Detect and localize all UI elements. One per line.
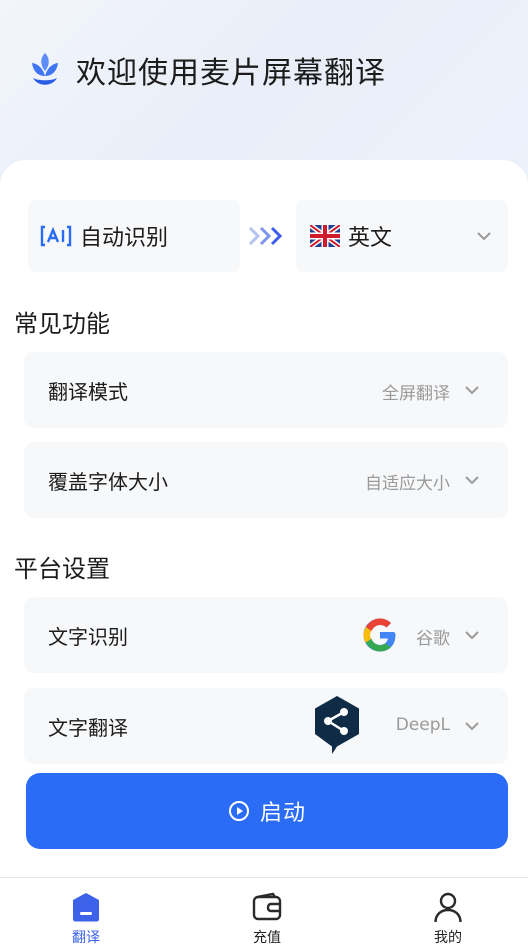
translation-mode-row[interactable]: 翻译模式 全屏翻译 <box>24 352 508 428</box>
direction-arrows-icon <box>248 226 283 246</box>
tab-translate[interactable]: 翻译 <box>36 878 136 948</box>
chevron-down-icon <box>477 232 491 241</box>
chevron-down-icon <box>465 722 479 731</box>
google-icon <box>363 618 396 652</box>
deepl-icon <box>315 696 359 754</box>
target-language-selector[interactable]: 英文 <box>296 200 508 272</box>
text-translation-row[interactable]: 文字翻译 DeepL <box>24 688 508 764</box>
leaf-logo-icon <box>32 53 58 85</box>
user-icon <box>434 892 462 923</box>
text-recognition-row[interactable]: 文字识别 谷歌 <box>24 597 508 673</box>
text-translation-value: DeepL <box>395 715 450 735</box>
text-translation-label: 文字翻译 <box>48 716 128 740</box>
uk-flag-icon <box>310 225 340 247</box>
chevron-down-icon <box>465 631 479 640</box>
font-size-value: 自适应大小 <box>365 474 450 494</box>
bottom-tab-bar: 翻译 充值 我的 <box>0 877 528 948</box>
source-language-selector[interactable]: 自动识别 <box>28 200 240 272</box>
app-title: 欢迎使用麦片屏幕翻译 <box>76 56 386 91</box>
tab-profile-label: 我的 <box>434 930 462 946</box>
text-recognition-label: 文字识别 <box>48 625 128 649</box>
chevron-down-icon <box>465 386 479 395</box>
platform-settings-title: 平台设置 <box>14 555 110 583</box>
tab-profile[interactable]: 我的 <box>398 878 498 948</box>
start-button-label: 启动 <box>259 801 306 826</box>
start-button[interactable]: 启动 <box>26 773 508 849</box>
text-recognition-value: 谷歌 <box>416 629 450 649</box>
chevron-down-icon <box>465 476 479 485</box>
tab-translate-label: 翻译 <box>72 930 100 946</box>
target-language-label: 英文 <box>348 226 393 251</box>
translation-mode-label: 翻译模式 <box>48 380 128 404</box>
translate-tab-icon <box>73 893 99 922</box>
app-header: 欢迎使用麦片屏幕翻译 <box>28 46 386 94</box>
font-size-row[interactable]: 覆盖字体大小 自适应大小 <box>24 442 508 518</box>
tab-recharge-label: 充值 <box>253 930 281 946</box>
ai-icon <box>40 225 72 247</box>
common-functions-title: 常见功能 <box>14 310 110 338</box>
source-language-label: 自动识别 <box>80 226 169 251</box>
play-icon <box>228 801 249 821</box>
tab-recharge[interactable]: 充值 <box>217 878 317 948</box>
translation-mode-value: 全屏翻译 <box>382 384 450 404</box>
font-size-label: 覆盖字体大小 <box>48 470 168 494</box>
wallet-icon <box>252 892 282 921</box>
